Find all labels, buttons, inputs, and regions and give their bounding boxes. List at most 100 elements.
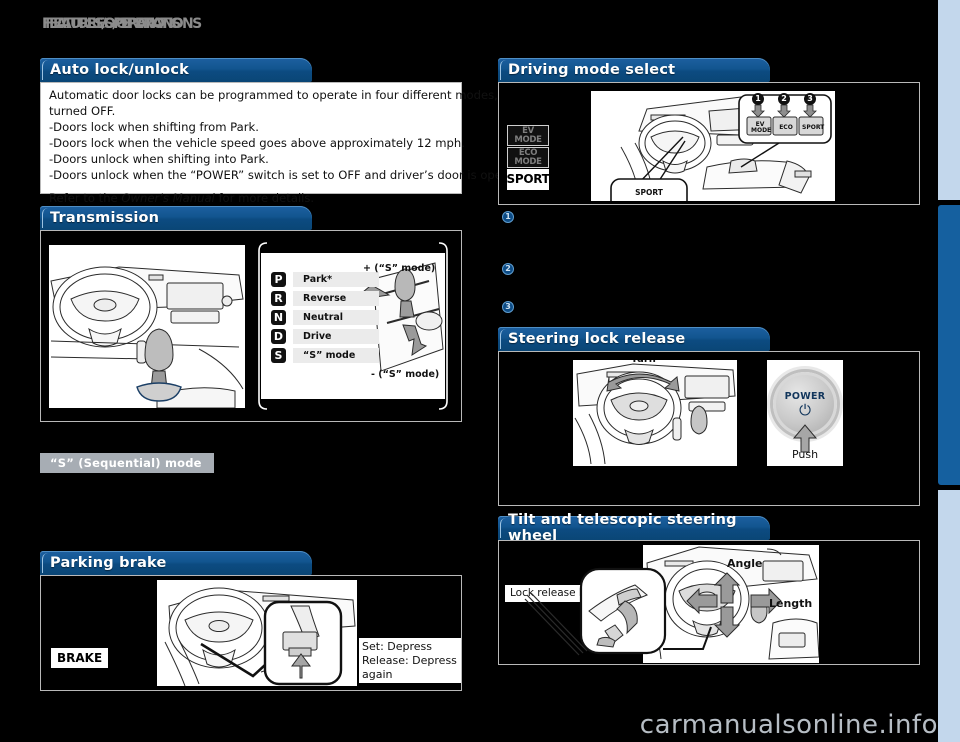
callout-badge-2: 2 bbox=[778, 93, 790, 105]
callout-badge-1-num: 1 bbox=[752, 93, 764, 105]
transmission-gear-panel: P Park* R Reverse N Neutral D Drive S “S… bbox=[253, 239, 453, 413]
auto-lock-line-3: -Doors lock when shifting from Park. bbox=[49, 119, 259, 134]
power-button-label: POWER bbox=[784, 390, 826, 402]
turn-label: Turn bbox=[631, 360, 656, 365]
driving-mode-numbered-list: 1 2 3 bbox=[498, 205, 920, 325]
callout-badge-3: 3 bbox=[804, 93, 816, 105]
lever-detail-callout bbox=[575, 565, 673, 659]
numbered-item-3: 3 bbox=[502, 301, 514, 313]
page-title: FEATURES/OPERATIONS FEATURES/OPERATIONS bbox=[42, 16, 202, 32]
section-steering-lock: Steering lock release POWER ⏻ Push bbox=[498, 327, 920, 506]
watermark: carmanualsonline.info bbox=[639, 710, 938, 740]
svg-text:Length: Length bbox=[769, 597, 812, 610]
callout-sport-label: SPORT bbox=[635, 188, 663, 197]
driving-mode-illustration: 1 2 3 EVMODE ECO SPORT SPORT ECO bbox=[591, 91, 835, 201]
parking-brake-body: BRAKE Set: Depress Release: Depress agai… bbox=[40, 575, 462, 691]
gear-key-r: R bbox=[271, 291, 286, 306]
section-header-driving-mode: Driving mode select bbox=[498, 58, 770, 82]
gear-label-p: Park* bbox=[293, 272, 379, 287]
section-title-steering-lock: Steering lock release bbox=[508, 331, 686, 347]
transmission-body: P Park* R Reverse N Neutral D Drive S “S… bbox=[40, 230, 462, 422]
refer-suffix: for more details. bbox=[214, 190, 315, 205]
power-symbol-icon: ⏻ bbox=[799, 400, 811, 419]
gear-row-n: N Neutral bbox=[271, 309, 379, 326]
driving-mode-body: EV MODE ECO MODE SPORT 1 2 3 EV MODE ECO… bbox=[498, 82, 920, 205]
power-button-illustration: POWER ⏻ Push bbox=[767, 360, 843, 466]
steering-turn-illustration: Turn bbox=[573, 360, 737, 466]
svg-text:Angle: Angle bbox=[727, 557, 762, 570]
sequential-mode-subhead: “S” (Sequential) mode bbox=[40, 453, 214, 473]
indicator-ev-mode: EV MODE bbox=[507, 125, 549, 146]
section-header-auto-lock: Auto lock/unlock bbox=[40, 58, 312, 82]
left-column: Auto lock/unlock Automatic door locks ca… bbox=[40, 58, 528, 691]
indicator-ev-line2: MODE bbox=[514, 134, 542, 145]
callout-badge-3-num: 3 bbox=[804, 93, 816, 105]
gear-row-d: D Drive bbox=[271, 328, 379, 345]
gear-key-n: N bbox=[271, 310, 286, 325]
push-label: Push bbox=[791, 448, 819, 461]
section-title-driving-mode: Driving mode select bbox=[508, 62, 676, 78]
parking-brake-set: Set: Depress bbox=[362, 640, 432, 653]
numbered-item-1: 1 bbox=[502, 211, 514, 223]
section-header-tilt-telescopic: Tilt and telescopic steering wheel bbox=[498, 512, 770, 544]
auto-lock-line-6: -Doors unlock when the “POWER” switch is… bbox=[49, 167, 528, 182]
button-label-ev[interactable]: EV MODE bbox=[751, 122, 771, 134]
gear-label-n: Neutral bbox=[293, 310, 379, 325]
page-title-ghost: FEATURES/OPERATIONS bbox=[45, 16, 202, 32]
tilt-telescopic-body: Lock release lever Angle Length bbox=[498, 540, 920, 665]
callout-badge-2-num: 2 bbox=[778, 93, 790, 105]
minus-s-mode-label: - (“S” mode) bbox=[371, 369, 440, 380]
auto-lock-text-panel: Automatic door locks can be programmed t… bbox=[40, 82, 528, 205]
gear-key-s: S bbox=[271, 348, 286, 363]
section-title-auto-lock: Auto lock/unlock bbox=[50, 62, 189, 78]
side-tab-active[interactable] bbox=[938, 205, 960, 485]
section-auto-lock: Auto lock/unlock Automatic door locks ca… bbox=[40, 58, 528, 205]
gear-label-s: “S” mode bbox=[293, 348, 379, 363]
indicator-eco-line2: MODE bbox=[514, 156, 542, 167]
brake-indicator: BRAKE bbox=[51, 648, 109, 668]
right-column: Driving mode select EV MODE ECO MODE SPO… bbox=[498, 58, 920, 665]
callout-badge-1: 1 bbox=[752, 93, 764, 105]
button-label-sport[interactable]: SPORT bbox=[802, 124, 824, 131]
side-tab-lower[interactable] bbox=[938, 490, 960, 742]
section-title-parking-brake: Parking brake bbox=[50, 555, 167, 571]
transmission-cabin-illustration bbox=[49, 245, 245, 408]
auto-lock-line-4: -Doors lock when the vehicle speed goes … bbox=[49, 135, 465, 150]
parking-brake-release: Release: Depress again bbox=[362, 653, 457, 681]
numbered-item-3-badge: 3 bbox=[502, 301, 514, 313]
gear-key-p: P bbox=[271, 272, 286, 287]
side-tab-strip bbox=[938, 0, 960, 742]
section-header-steering-lock: Steering lock release bbox=[498, 327, 770, 351]
section-title-transmission: Transmission bbox=[50, 210, 160, 226]
gear-list: P Park* R Reverse N Neutral D Drive S “S… bbox=[271, 271, 379, 366]
gear-label-d: Drive bbox=[293, 329, 379, 344]
side-tab-upper[interactable] bbox=[938, 0, 960, 200]
manual-page: FEATURES/OPERATIONS FEATURES/OPERATIONS … bbox=[0, 0, 960, 742]
indicator-eco-mode: ECO MODE bbox=[507, 147, 549, 168]
parking-brake-instructions: Set: Depress Release: Depress again bbox=[359, 638, 461, 684]
auto-lock-refer: Refer to the Owner’s Manual for more det… bbox=[49, 191, 453, 207]
numbered-item-1-badge: 1 bbox=[502, 211, 514, 223]
auto-lock-line-2: turned OFF. bbox=[49, 103, 116, 118]
auto-lock-line-5: -Doors unlock when shifting into Park. bbox=[49, 151, 269, 166]
section-transmission: Transmission P Park* R Reverse N Neutral… bbox=[40, 206, 462, 422]
refer-italic: Owner’s Manual bbox=[121, 190, 215, 205]
steering-lock-body: Turn POWER ⏻ Push bbox=[498, 351, 920, 506]
button-label-eco[interactable]: ECO bbox=[777, 124, 795, 131]
gear-label-r: Reverse bbox=[293, 291, 379, 306]
section-tilt-telescopic: Tilt and telescopic steering wheel Lock … bbox=[498, 512, 920, 665]
gear-row-r: R Reverse bbox=[271, 290, 379, 307]
indicator-sport-mode: SPORT bbox=[506, 169, 550, 190]
numbered-item-2-badge: 2 bbox=[502, 263, 514, 275]
parking-brake-illustration bbox=[157, 580, 357, 686]
section-header-transmission: Transmission bbox=[40, 206, 312, 230]
refer-prefix: Refer to the bbox=[49, 190, 122, 205]
power-button[interactable]: POWER ⏻ bbox=[773, 372, 837, 436]
section-sequential-mode: “S” (Sequential) mode bbox=[40, 452, 462, 473]
gear-key-d: D bbox=[271, 329, 286, 344]
section-parking-brake: Parking brake BRAKE Set: Depress Release… bbox=[40, 551, 462, 691]
section-header-parking-brake: Parking brake bbox=[40, 551, 312, 575]
auto-lock-line-1: Automatic door locks can be programmed t… bbox=[49, 88, 514, 102]
indicator-sport-line1: SPORT bbox=[506, 172, 550, 186]
numbered-item-2: 2 bbox=[502, 263, 514, 275]
